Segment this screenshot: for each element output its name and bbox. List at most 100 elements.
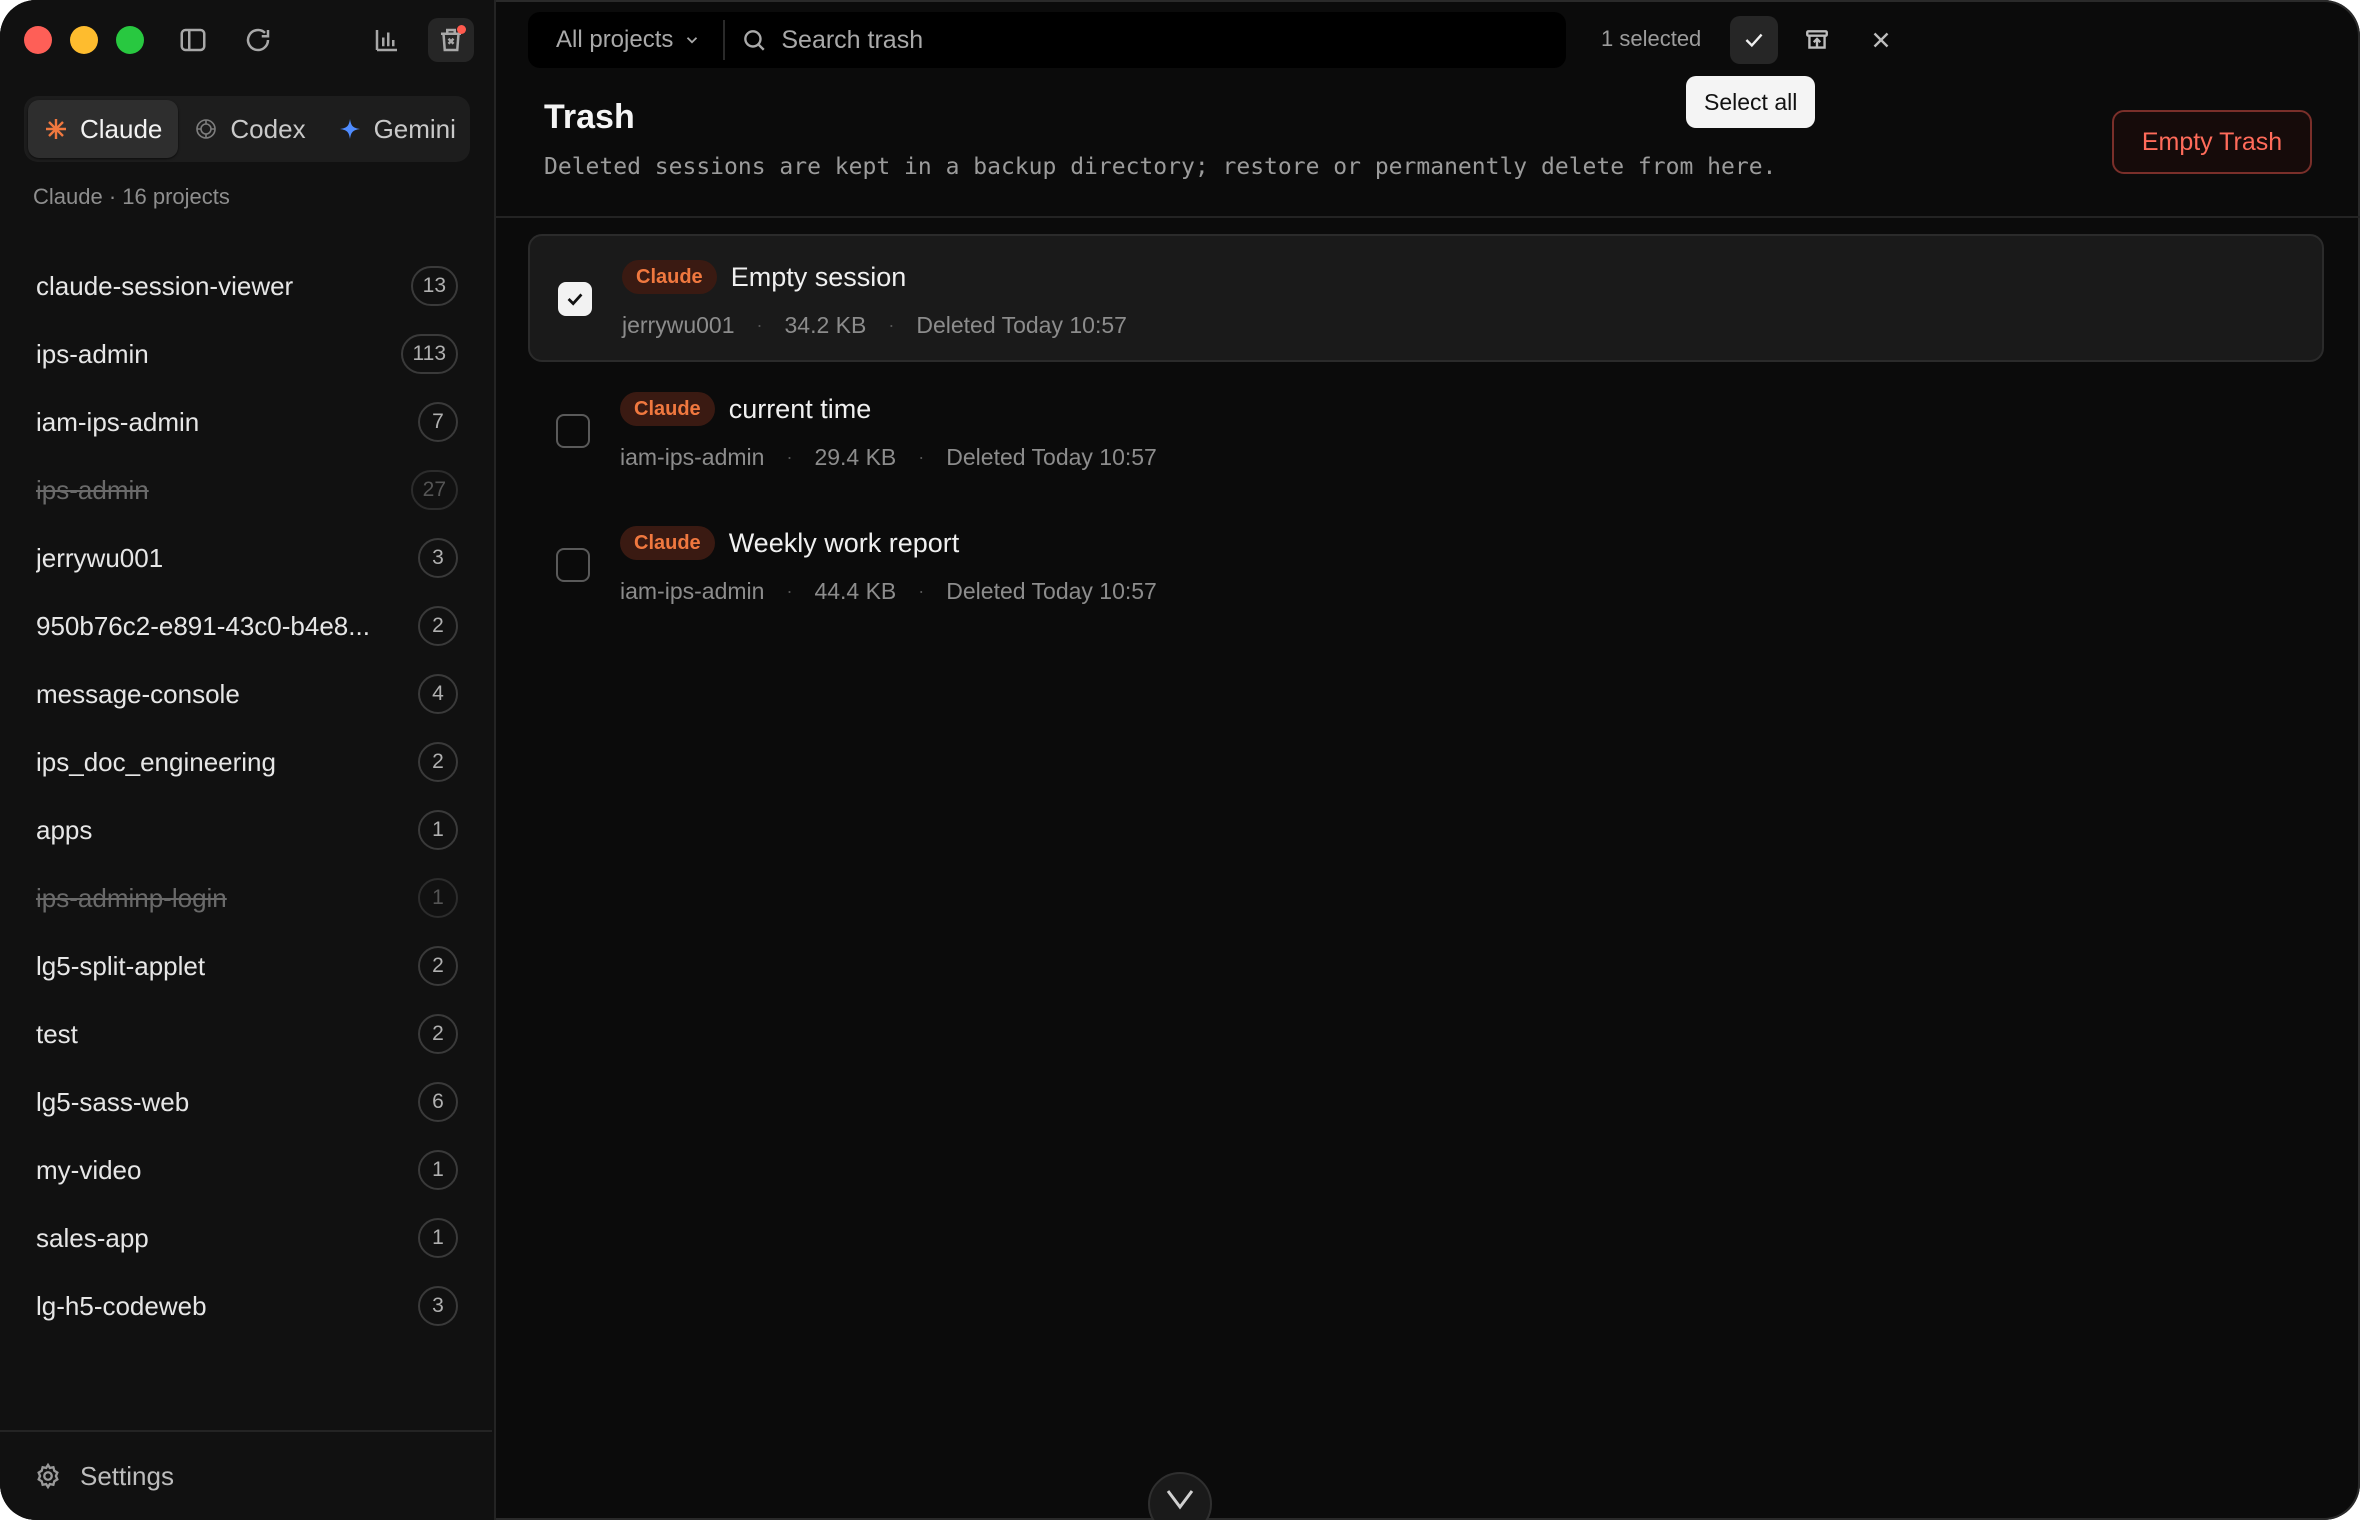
project-session-count: 2 <box>418 606 458 646</box>
project-item[interactable]: ips-admin 113 <box>0 320 494 388</box>
project-session-count: 3 <box>418 538 458 578</box>
gear-icon <box>37 1462 59 1490</box>
project-name: lg5-split-applet <box>36 950 206 981</box>
trash-session-row[interactable]: Claude Weekly work report iam-ips-admin · 44… <box>528 502 2324 630</box>
project-filter-dropdown[interactable]: All projects <box>528 20 726 60</box>
session-header: Claude Empty session <box>622 260 906 294</box>
project-item[interactable]: lg5-split-applet 2 <box>0 932 494 1000</box>
provider-badge: Claude <box>622 260 717 294</box>
search-icon <box>744 30 765 51</box>
selected-count: 1 selected <box>1601 26 1702 51</box>
session-project: jerrywu001 <box>622 312 735 338</box>
project-item[interactable]: ips_doc_engineering 2 <box>0 728 494 796</box>
search-bar: All projects <box>528 12 1566 68</box>
project-item[interactable]: test 2 <box>0 1000 494 1068</box>
session-meta: jerrywu001 · 34.2 KB · Deleted Today 10:57 <box>622 312 1127 339</box>
project-session-count: 113 <box>400 334 458 374</box>
check-icon <box>1745 33 1763 48</box>
project-name: sales-app <box>36 1222 149 1253</box>
project-session-count: 1 <box>418 1150 458 1190</box>
project-item[interactable]: 950b76c2-e891-43c0-b4e8... 2 <box>0 592 494 660</box>
project-name: apps <box>36 814 93 845</box>
meta-separator: · <box>888 315 895 335</box>
session-header: Claude Weekly work report <box>620 526 959 560</box>
stats-button[interactable] <box>364 18 410 62</box>
session-checkbox[interactable] <box>556 548 590 582</box>
project-name: message-console <box>36 678 240 709</box>
sidebar: Claude Codex Gemini Claude · 16 projects… <box>0 0 496 1520</box>
provider-tab-codex[interactable]: Codex <box>178 100 321 158</box>
gemini-sparkle-icon <box>339 119 360 139</box>
project-item[interactable]: jerrywu001 3 <box>0 524 494 592</box>
claude-asterisk-icon <box>46 119 66 139</box>
session-title: current time <box>728 393 872 424</box>
session-deleted-time: Deleted Today 10:57 <box>946 578 1157 604</box>
refresh-button[interactable] <box>235 18 281 62</box>
provider-tab-gemini[interactable]: Gemini <box>322 100 472 158</box>
project-filter-label: All projects <box>556 26 674 53</box>
meta-separator: · <box>918 447 925 467</box>
project-item[interactable]: iam-ips-admin 7 <box>0 388 494 456</box>
project-name: jerrywu001 <box>36 542 164 573</box>
project-item[interactable]: ips-admin 27 <box>0 456 494 524</box>
provider-badge: Claude <box>620 526 715 560</box>
project-session-count: 1 <box>418 1218 458 1258</box>
session-checkbox[interactable] <box>556 414 590 448</box>
project-name: lg-h5-codeweb <box>36 1290 207 1321</box>
empty-trash-button[interactable]: Empty Trash <box>2112 110 2312 174</box>
project-item[interactable]: claude-session-viewer 13 <box>0 252 494 320</box>
settings-button[interactable]: Settings <box>0 1430 492 1520</box>
project-count-caption: Claude · 16 projects <box>33 184 230 209</box>
openai-knot-icon <box>196 119 217 139</box>
zoom-window-button[interactable] <box>116 26 144 54</box>
session-title: Weekly work report <box>728 527 960 558</box>
session-title: Empty session <box>730 261 907 292</box>
project-name: claude-session-viewer <box>36 270 294 301</box>
project-item[interactable]: apps 1 <box>0 796 494 864</box>
project-item[interactable]: ips-adminp-login 1 <box>0 864 494 932</box>
provider-tab-label: Gemini <box>373 113 456 144</box>
select-all-button[interactable] <box>1730 16 1778 64</box>
search-input[interactable] <box>779 24 1284 56</box>
project-name: ips-admin <box>36 474 149 505</box>
project-item[interactable]: my-video 1 <box>0 1136 494 1204</box>
bar-chart-icon <box>375 30 397 52</box>
provider-tab-claude[interactable]: Claude <box>28 100 179 158</box>
refresh-icon <box>246 28 270 52</box>
trash-session-list: Claude Empty session jerrywu001 · 34.2 KB · De… <box>528 234 2324 636</box>
project-name: my-video <box>36 1154 142 1185</box>
session-header: Claude current time <box>620 392 871 426</box>
meta-separator: · <box>756 315 763 335</box>
project-session-count: 2 <box>418 1014 458 1054</box>
archive-restore-icon <box>1806 30 1828 49</box>
trash-view-button[interactable] <box>428 18 474 62</box>
session-project: iam-ips-admin <box>620 444 765 470</box>
sidebar-toggle-icon <box>180 28 206 52</box>
project-item[interactable]: message-console 4 <box>0 660 494 728</box>
check-icon <box>567 293 583 306</box>
minimize-window-button[interactable] <box>70 26 98 54</box>
trash-session-row[interactable]: Claude Empty session jerrywu001 · 34.2 KB · De… <box>528 234 2324 362</box>
project-item[interactable]: lg-h5-codeweb 3 <box>0 1272 494 1340</box>
project-list: claude-session-viewer 13 ips-admin 113 iam-i… <box>0 252 494 1340</box>
clear-selection-button[interactable] <box>1857 16 1905 64</box>
close-window-button[interactable] <box>24 26 52 54</box>
project-name: 950b76c2-e891-43c0-b4e8... <box>36 610 370 641</box>
project-session-count: 27 <box>410 470 458 510</box>
project-name: ips-admin <box>36 338 149 369</box>
toggle-sidebar-button[interactable] <box>170 18 216 62</box>
session-size: 34.2 KB <box>784 312 867 338</box>
close-icon <box>1873 32 1889 48</box>
project-session-count: 6 <box>418 1082 458 1122</box>
session-meta: iam-ips-admin · 29.4 KB · Deleted Today 10:5… <box>620 444 1157 471</box>
page-subtitle: Deleted sessions are kept in a backup di… <box>544 154 1777 180</box>
trash-session-row[interactable]: Claude current time iam-ips-admin · 29.4 KB ·… <box>528 368 2324 496</box>
project-session-count: 2 <box>418 742 458 782</box>
restore-button[interactable] <box>1793 16 1841 64</box>
session-checkbox[interactable] <box>558 282 592 316</box>
select-all-tooltip: Select all <box>1686 76 1816 128</box>
session-size: 44.4 KB <box>814 578 897 604</box>
settings-label: Settings <box>80 1460 174 1491</box>
project-item[interactable]: lg5-sass-web 6 <box>0 1068 494 1136</box>
project-item[interactable]: sales-app 1 <box>0 1204 494 1272</box>
